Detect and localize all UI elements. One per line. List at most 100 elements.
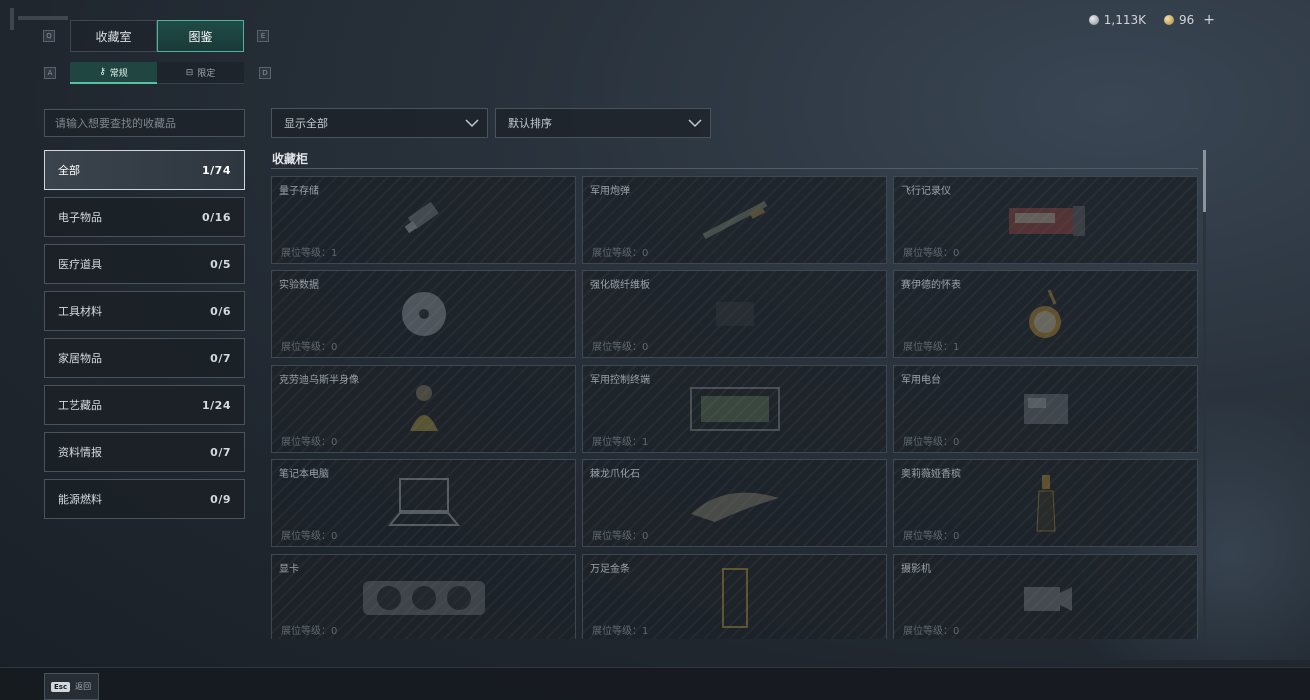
item-card[interactable]: 实验数据 展位等级：0 bbox=[271, 270, 576, 358]
laptop-icon bbox=[387, 478, 460, 526]
tab-collection-room[interactable]: 收藏室 bbox=[70, 20, 157, 52]
item-level: 展位等级：0 bbox=[592, 248, 649, 259]
item-level: 展位等级：0 bbox=[903, 531, 960, 542]
item-card[interactable]: 奥莉薇娅香槟 展位等级：0 bbox=[893, 459, 1198, 547]
category-label: 资料情报 bbox=[58, 446, 102, 459]
item-level: 展位等级：0 bbox=[281, 342, 338, 353]
category-count: 1/74 bbox=[202, 163, 231, 177]
gold-currency: 96 + bbox=[1163, 12, 1215, 28]
currency-bar: 1,113K 96 + bbox=[1088, 12, 1215, 28]
item-card[interactable]: 棘龙爪化石 展位等级：0 bbox=[582, 459, 887, 547]
item-card[interactable]: 量子存储 展位等级：1 bbox=[271, 176, 576, 264]
back-label: 返回 bbox=[75, 682, 92, 691]
subtab-regular[interactable]: ⚷ 常规 bbox=[70, 62, 157, 84]
item-name: 军用电台 bbox=[901, 375, 941, 386]
sort-value: 默认排序 bbox=[508, 117, 552, 130]
main-tabs: 收藏室 图鉴 bbox=[70, 20, 244, 52]
item-card[interactable]: 飞行记录仪 展位等级：0 bbox=[893, 176, 1198, 264]
item-level: 展位等级：0 bbox=[281, 437, 338, 448]
item-level: 展位等级：0 bbox=[903, 437, 960, 448]
grid-scrollbar[interactable] bbox=[1203, 150, 1206, 640]
item-level: 展位等级：0 bbox=[903, 248, 960, 259]
key-hint-e: E bbox=[257, 30, 269, 42]
flight-recorder-icon bbox=[1008, 206, 1085, 236]
section-divider bbox=[271, 168, 1198, 169]
item-card[interactable]: 摄影机 展位等级：0 bbox=[893, 554, 1198, 639]
category-household[interactable]: 家居物品 0/7 bbox=[44, 338, 245, 378]
item-name: 强化碳纤维板 bbox=[590, 280, 650, 291]
item-card[interactable]: 克劳迪乌斯半身像 展位等级：0 bbox=[271, 365, 576, 453]
section-title: 收藏柜 bbox=[272, 152, 309, 166]
item-level: 展位等级：0 bbox=[281, 531, 338, 542]
item-level: 展位等级：1 bbox=[281, 248, 338, 259]
item-level: 展位等级：1 bbox=[592, 626, 649, 637]
category-tools[interactable]: 工具材料 0/6 bbox=[44, 291, 245, 331]
category-all[interactable]: 全部 1/74 bbox=[44, 150, 245, 190]
chevron-down-icon bbox=[688, 119, 702, 128]
category-count: 0/9 bbox=[210, 492, 231, 506]
category-energy[interactable]: 能源燃料 0/9 bbox=[44, 479, 245, 519]
category-label: 家居物品 bbox=[58, 352, 102, 365]
item-card[interactable]: 笔记本电脑 展位等级：0 bbox=[271, 459, 576, 547]
item-level: 展位等级：0 bbox=[903, 626, 960, 637]
item-card[interactable]: 军用炮弹 展位等级：0 bbox=[582, 176, 887, 264]
show-filter-dropdown[interactable]: 显示全部 bbox=[271, 108, 488, 138]
search-box bbox=[44, 109, 245, 137]
item-name: 克劳迪乌斯半身像 bbox=[279, 375, 359, 386]
item-name: 奥莉薇娅香槟 bbox=[901, 469, 961, 480]
ticket-icon: ⊟ bbox=[185, 67, 194, 78]
item-name: 棘龙爪化石 bbox=[590, 469, 640, 480]
item-card[interactable]: 强化碳纤维板 展位等级：0 bbox=[582, 270, 887, 358]
category-label: 能源燃料 bbox=[58, 493, 102, 506]
item-name: 摄影机 bbox=[901, 564, 931, 575]
item-level: 展位等级：0 bbox=[592, 342, 649, 353]
category-label: 电子物品 bbox=[58, 211, 102, 224]
category-count: 0/16 bbox=[202, 210, 231, 224]
bust-icon bbox=[409, 385, 438, 431]
item-name: 军用控制终端 bbox=[590, 375, 650, 386]
disc-icon bbox=[401, 292, 446, 336]
category-medical[interactable]: 医疗道具 0/5 bbox=[44, 244, 245, 284]
subtab-regular-label: 常规 bbox=[109, 68, 128, 79]
item-card[interactable]: 军用电台 展位等级：0 bbox=[893, 365, 1198, 453]
sort-dropdown[interactable]: 默认排序 bbox=[495, 108, 711, 138]
silver-coin-icon bbox=[1088, 15, 1099, 25]
item-card[interactable]: 军用控制终端 展位等级：1 bbox=[582, 365, 887, 453]
back-button[interactable]: Esc 返回 bbox=[44, 673, 99, 700]
item-card[interactable]: 赛伊德的怀表 展位等级：1 bbox=[893, 270, 1198, 358]
collection-grid: 量子存储 展位等级：1 军用炮弹 展位等级：0 飞行记录仪 展位等级：0 实验数… bbox=[271, 176, 1198, 639]
category-count: 0/6 bbox=[210, 304, 231, 318]
category-label: 医疗道具 bbox=[58, 258, 102, 271]
esc-key-icon: Esc bbox=[51, 681, 71, 692]
item-card[interactable]: 显卡 展位等级：0 bbox=[271, 554, 576, 639]
category-electronics[interactable]: 电子物品 0/16 bbox=[44, 197, 245, 237]
gold-amount: 96 bbox=[1178, 13, 1195, 27]
item-level: 展位等级：1 bbox=[592, 437, 649, 448]
item-name: 万足金条 bbox=[590, 564, 630, 575]
terminal-icon bbox=[689, 387, 780, 431]
item-name: 笔记本电脑 bbox=[279, 469, 329, 480]
category-intel[interactable]: 资料情报 0/7 bbox=[44, 432, 245, 472]
champagne-icon bbox=[1035, 475, 1056, 532]
carbon-plate-icon bbox=[715, 302, 754, 326]
category-label: 工艺藏品 bbox=[58, 399, 102, 412]
sub-tabs: ⚷ 常规 ⊟ 限定 bbox=[70, 62, 244, 84]
gold-bar-icon bbox=[721, 568, 748, 628]
subtab-limited-label: 限定 bbox=[197, 69, 216, 79]
add-currency-button[interactable]: + bbox=[1203, 12, 1215, 28]
category-count: 0/7 bbox=[210, 445, 231, 459]
item-card[interactable]: 万足金条 展位等级：1 bbox=[582, 554, 887, 639]
item-name: 量子存储 bbox=[279, 186, 319, 197]
pocket-watch-icon bbox=[1028, 289, 1061, 338]
tab-catalog[interactable]: 图鉴 bbox=[157, 20, 244, 52]
silver-amount: 1,113K bbox=[1103, 13, 1146, 27]
search-input[interactable] bbox=[45, 110, 244, 136]
fossil-icon bbox=[690, 492, 779, 522]
item-level: 展位等级：0 bbox=[281, 626, 338, 637]
subtab-limited[interactable]: ⊟ 限定 bbox=[157, 62, 244, 84]
scrollbar-thumb[interactable] bbox=[1203, 150, 1206, 212]
gold-coin-icon bbox=[1163, 15, 1174, 25]
category-crafts[interactable]: 工艺藏品 1/24 bbox=[44, 385, 245, 425]
camera-icon bbox=[1023, 587, 1072, 611]
item-level: 展位等级：0 bbox=[592, 531, 649, 542]
